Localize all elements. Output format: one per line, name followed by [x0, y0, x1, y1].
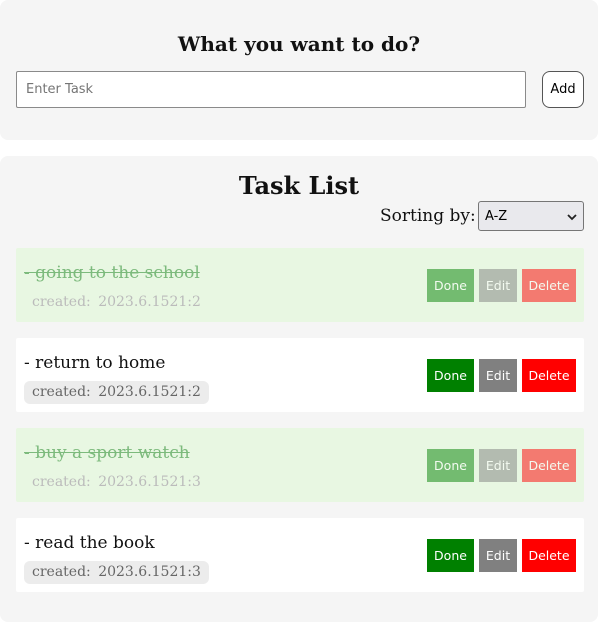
task-text: - return to home — [24, 353, 166, 373]
task-text: - buy a sport watch — [24, 443, 190, 463]
delete-button[interactable]: Delete — [522, 449, 576, 482]
task-item: - buy a sport watch created: 2023.6.1521… — [16, 428, 584, 502]
task-input[interactable] — [16, 71, 526, 108]
task-text: - read the book — [24, 533, 155, 553]
task-item: - return to home created: 2023.6.1521:2 … — [16, 338, 584, 412]
task-list-title: Task List — [238, 171, 360, 200]
edit-button[interactable]: Edit — [479, 539, 517, 572]
sort-label: Sorting by: — [380, 206, 476, 226]
task-item: - read the book created: 2023.6.1521:3 D… — [16, 518, 584, 592]
edit-button[interactable]: Edit — [479, 269, 517, 302]
delete-button[interactable]: Delete — [522, 359, 576, 392]
task-item: - going to the school created: 2023.6.15… — [16, 248, 584, 322]
edit-button[interactable]: Edit — [479, 449, 517, 482]
task-created-badge: created: 2023.6.1521:2 — [24, 381, 209, 404]
done-button[interactable]: Done — [427, 449, 474, 482]
task-text: - going to the school — [24, 263, 200, 283]
task-created-badge: created: 2023.6.1521:3 — [24, 561, 209, 584]
done-button[interactable]: Done — [427, 269, 474, 302]
task-created-badge: created: 2023.6.1521:3 — [24, 471, 209, 494]
delete-button[interactable]: Delete — [522, 269, 576, 302]
done-button[interactable]: Done — [427, 359, 474, 392]
delete-button[interactable]: Delete — [522, 539, 576, 572]
edit-button[interactable]: Edit — [479, 359, 517, 392]
done-button[interactable]: Done — [427, 539, 474, 572]
page-title: What you want to do? — [177, 32, 421, 56]
sort-value: A-Z — [485, 208, 508, 224]
add-task-panel — [0, 0, 598, 140]
task-created-badge: created: 2023.6.1521:2 — [24, 291, 209, 314]
chevron-down-icon — [567, 211, 577, 221]
sort-dropdown[interactable]: A-Z — [478, 201, 584, 231]
add-button[interactable]: Add — [542, 71, 584, 108]
